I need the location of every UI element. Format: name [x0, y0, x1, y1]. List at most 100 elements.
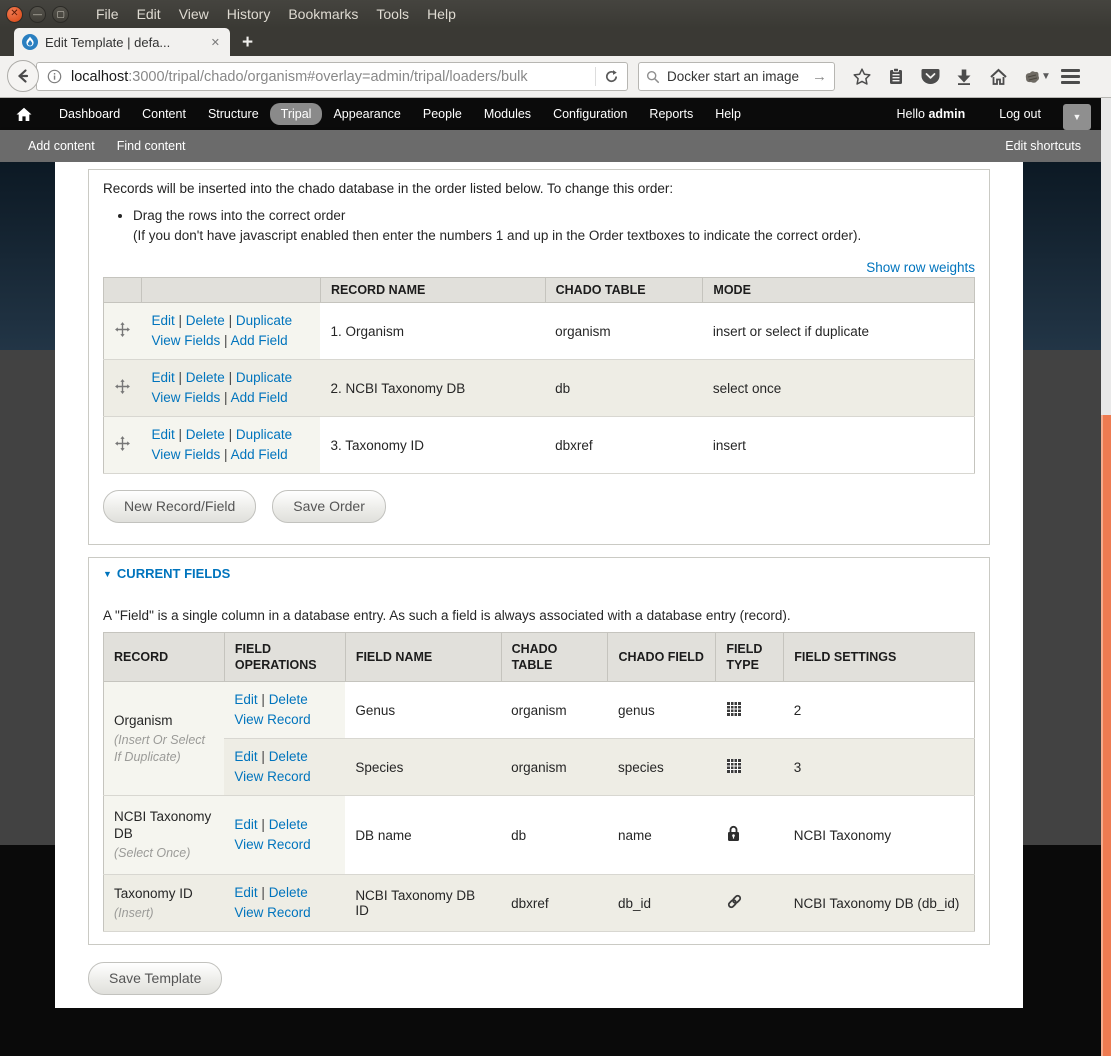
admin-tab-appearance[interactable]: Appearance: [322, 103, 411, 125]
shortcut-add-content[interactable]: Add content: [28, 139, 95, 153]
field-edit-link[interactable]: Edit: [234, 817, 257, 832]
shortcut-find-content[interactable]: Find content: [117, 139, 186, 153]
record-delete-link[interactable]: Delete: [186, 313, 225, 328]
record-view-fields-link[interactable]: View Fields: [151, 390, 220, 405]
admin-tab-people[interactable]: People: [412, 103, 473, 125]
field-delete-link[interactable]: Delete: [269, 817, 308, 832]
record-duplicate-link[interactable]: Duplicate: [236, 313, 292, 328]
admin-tab-dashboard[interactable]: Dashboard: [48, 103, 131, 125]
search-go-icon[interactable]: →: [812, 68, 827, 85]
record-operations: Edit | Delete | Duplicate View Fields | …: [141, 417, 320, 474]
record-mode-note: (Select Once): [114, 845, 214, 862]
show-row-weights-link[interactable]: Show row weights: [866, 260, 975, 275]
record-chado-table-cell: db: [545, 360, 703, 417]
field-edit-link[interactable]: Edit: [234, 885, 257, 900]
field-view-record-link[interactable]: View Record: [234, 712, 310, 727]
new-tab-button[interactable]: +: [242, 32, 253, 54]
home-button[interactable]: [981, 68, 1015, 86]
record-view-fields-link[interactable]: View Fields: [151, 333, 220, 348]
scrollbar-thumb[interactable]: [1101, 415, 1111, 1056]
records-header-drag: [104, 278, 142, 303]
record-operations: Edit | Delete | Duplicate View Fields | …: [141, 360, 320, 417]
search-input[interactable]: [667, 69, 812, 84]
current-fields-legend[interactable]: ▼ CURRENT FIELDS: [103, 566, 975, 581]
menu-hamburger-button[interactable]: [1061, 69, 1080, 84]
table-grid-icon: [726, 758, 742, 774]
url-text[interactable]: localhost:3000/tripal/chado/organism#ove…: [71, 69, 595, 85]
admin-tab-structure[interactable]: Structure: [197, 103, 270, 125]
back-arrow-icon: [15, 68, 31, 84]
admin-tab-content[interactable]: Content: [131, 103, 197, 125]
field-record-cell: Taxonomy ID (Insert): [104, 875, 225, 932]
drag-handle[interactable]: [104, 417, 142, 474]
record-add-field-link[interactable]: Add Field: [231, 333, 288, 348]
field-row: Taxonomy ID (Insert) Edit | Delete View …: [104, 875, 975, 932]
new-record-field-button[interactable]: New Record/Field: [103, 490, 256, 523]
chevron-down-icon[interactable]: ▼: [1041, 71, 1051, 82]
record-delete-link[interactable]: Delete: [186, 370, 225, 385]
record-edit-link[interactable]: Edit: [151, 370, 174, 385]
logout-link[interactable]: Log out: [999, 107, 1041, 121]
record-duplicate-link[interactable]: Duplicate: [236, 427, 292, 442]
menu-help[interactable]: Help: [418, 6, 465, 22]
menu-bookmarks[interactable]: Bookmarks: [279, 6, 367, 22]
admin-tab-tripal[interactable]: Tripal: [270, 103, 323, 125]
drag-handle[interactable]: [104, 303, 142, 360]
reload-button[interactable]: [595, 67, 621, 86]
admin-tab-modules[interactable]: Modules: [473, 103, 542, 125]
field-view-record-link[interactable]: View Record: [234, 769, 310, 784]
tab-strip: Edit Template | defa... ✕ +: [0, 28, 1111, 56]
field-delete-link[interactable]: Delete: [269, 885, 308, 900]
window-minimize-button[interactable]: —: [29, 6, 46, 23]
record-add-field-link[interactable]: Add Field: [231, 447, 288, 462]
admin-home-icon[interactable]: [16, 107, 32, 122]
fields-header-settings: FIELD SETTINGS: [784, 633, 975, 682]
window-close-button[interactable]: ✕: [6, 6, 23, 23]
url-bar[interactable]: localhost:3000/tripal/chado/organism#ove…: [36, 62, 628, 91]
field-view-record-link[interactable]: View Record: [234, 837, 310, 852]
record-delete-link[interactable]: Delete: [186, 427, 225, 442]
move-icon: [114, 435, 131, 452]
bookmark-star-button[interactable]: [845, 67, 879, 87]
save-template-button[interactable]: Save Template: [88, 962, 222, 995]
vertical-scrollbar[interactable]: [1101, 98, 1111, 1056]
record-chado-table-cell: organism: [545, 303, 703, 360]
record-view-fields-link[interactable]: View Fields: [151, 447, 220, 462]
search-bar[interactable]: →: [638, 62, 835, 91]
field-delete-link[interactable]: Delete: [269, 692, 308, 707]
admin-tab-configuration[interactable]: Configuration: [542, 103, 638, 125]
tab-close-icon[interactable]: ✕: [209, 36, 222, 49]
field-edit-link[interactable]: Edit: [234, 692, 257, 707]
save-order-button[interactable]: Save Order: [272, 490, 386, 523]
fields-header-operations: FIELD OPERATIONS: [224, 633, 345, 682]
field-edit-link[interactable]: Edit: [234, 749, 257, 764]
bookmarks-menu-button[interactable]: [879, 67, 913, 86]
fields-header-chado-field: CHADO FIELD: [608, 633, 716, 682]
edit-shortcuts-link[interactable]: Edit shortcuts: [1005, 139, 1081, 153]
menu-history[interactable]: History: [218, 6, 280, 22]
admin-tab-reports[interactable]: Reports: [638, 103, 704, 125]
record-edit-link[interactable]: Edit: [151, 313, 174, 328]
field-chado-field-cell: name: [608, 796, 716, 875]
site-info-icon[interactable]: [47, 69, 62, 84]
active-tab[interactable]: Edit Template | defa... ✕: [14, 28, 230, 56]
menu-tools[interactable]: Tools: [367, 6, 418, 22]
record-mode-cell: insert: [703, 417, 975, 474]
field-view-record-link[interactable]: View Record: [234, 905, 310, 920]
drag-handle[interactable]: [104, 360, 142, 417]
record-add-field-link[interactable]: Add Field: [231, 390, 288, 405]
fields-header-type: FIELD TYPE: [716, 633, 784, 682]
record-duplicate-link[interactable]: Duplicate: [236, 370, 292, 385]
field-chado-field-cell: species: [608, 739, 716, 796]
admin-tab-help[interactable]: Help: [704, 103, 752, 125]
record-edit-link[interactable]: Edit: [151, 427, 174, 442]
menu-edit[interactable]: Edit: [128, 6, 170, 22]
toolbar-toggle-button[interactable]: ▼: [1063, 104, 1091, 130]
field-delete-link[interactable]: Delete: [269, 749, 308, 764]
menu-view[interactable]: View: [170, 6, 218, 22]
downloads-button[interactable]: [947, 68, 981, 86]
menu-file[interactable]: File: [87, 6, 128, 22]
window-maximize-button[interactable]: ▢: [52, 6, 69, 23]
back-button[interactable]: [7, 60, 39, 92]
pocket-button[interactable]: [913, 68, 947, 85]
